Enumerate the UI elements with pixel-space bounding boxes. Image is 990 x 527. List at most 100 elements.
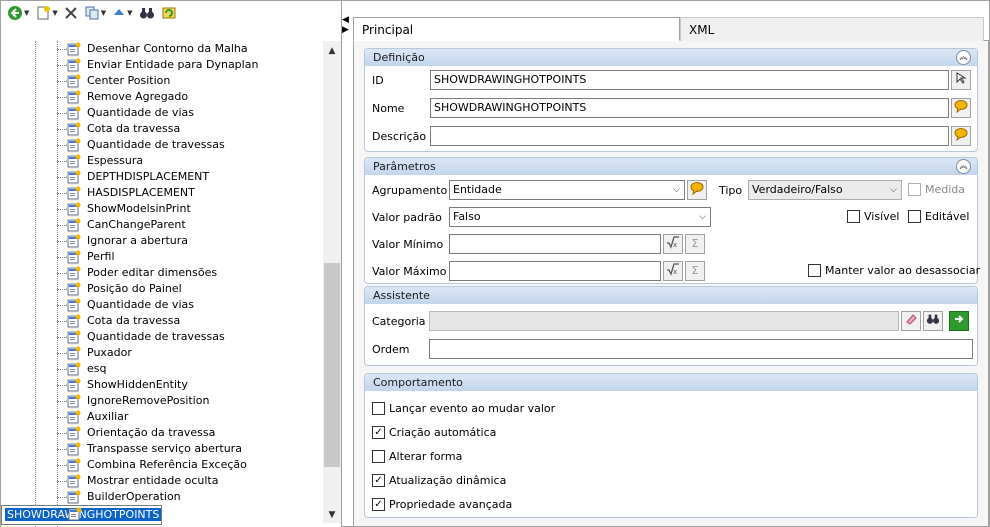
collapse-icon[interactable]: ︽	[956, 50, 971, 65]
categoria-find-button[interactable]	[923, 311, 943, 331]
tree-item[interactable]: ShowHiddenEntity	[1, 377, 323, 393]
tree-item[interactable]: Quantidade de vias	[1, 297, 323, 313]
comportamento-checkbox[interactable]: ✓ Criação automática	[372, 426, 496, 439]
tree-item[interactable]: Quantidade de travessas	[1, 137, 323, 153]
agrupamento-select[interactable]: Entidade ⌵	[449, 180, 685, 200]
editavel-checkbox[interactable]: Editável	[908, 210, 969, 223]
move-dropdown-icon[interactable]: ▼	[127, 9, 132, 17]
tree-connector	[57, 289, 67, 290]
valor-padrao-select[interactable]: Falso ⌵	[449, 207, 711, 227]
new-button[interactable]: ▼	[33, 3, 59, 23]
move-up-button[interactable]: ▼	[110, 3, 134, 23]
back-button[interactable]: ▼	[5, 3, 31, 23]
scroll-down-icon[interactable]: ▼	[323, 507, 341, 523]
tree-item[interactable]: esq	[1, 361, 323, 377]
copy-dropdown-icon[interactable]: ▼	[101, 9, 106, 17]
delete-button[interactable]	[62, 3, 80, 23]
checkmark-icon[interactable]: ✓	[372, 498, 385, 511]
tree-item[interactable]: CanChangeParent	[1, 217, 323, 233]
tree-item[interactable]: Enviar Entidade para Dynaplan	[1, 57, 323, 73]
checkbox-box[interactable]	[847, 210, 860, 223]
tree-item[interactable]: Center Position	[1, 73, 323, 89]
property-icon	[67, 330, 81, 344]
tree-item[interactable]: Quantidade de vias	[1, 105, 323, 121]
tree-item[interactable]: Posição do Painel	[1, 281, 323, 297]
checkbox-box[interactable]	[808, 264, 821, 277]
collapse-icon[interactable]: ︽	[956, 159, 971, 174]
comportamento-checkbox[interactable]: Alterar forma	[372, 450, 462, 463]
categoria-clear-button[interactable]	[901, 311, 921, 331]
comportamento-checkbox[interactable]: Lançar evento ao mudar valor	[372, 402, 555, 415]
categoria-go-button[interactable]	[949, 311, 969, 331]
scroll-thumb[interactable]	[324, 263, 340, 467]
checkmark-icon[interactable]: ✓	[372, 474, 385, 487]
tree-item[interactable]: BuilderOperation	[1, 489, 323, 505]
tree-panel: ▼ ▼ ▼ ▼ Desenhar Contorno da Malha Envia…	[1, 1, 342, 527]
tree-item[interactable]: Perfil	[1, 249, 323, 265]
tree-item[interactable]: Puxador	[1, 345, 323, 361]
tree-item[interactable]: DEPTHDISPLACEMENT	[1, 169, 323, 185]
descricao-translate-button[interactable]	[951, 126, 971, 146]
nome-field[interactable]: SHOWDRAWINGHOTPOINTS	[430, 98, 949, 118]
agrupamento-translate-button[interactable]	[687, 180, 707, 200]
tree-scrollbar[interactable]: ▲ ▼	[323, 41, 341, 523]
tree-item[interactable]: Remove Agregado	[1, 89, 323, 105]
tree-item[interactable]: Desenhar Contorno da Malha	[1, 41, 323, 57]
checkbox-box[interactable]	[372, 402, 385, 415]
tree-item[interactable]: ShowModelsinPrint	[1, 201, 323, 217]
tipo-select[interactable]: Verdadeiro/Falso ⌵	[748, 180, 902, 200]
group-title: Definição	[373, 51, 425, 64]
valor-maximo-formula-button[interactable]: x	[663, 261, 683, 281]
medida-checkbox[interactable]: Medida	[908, 183, 965, 196]
find-button[interactable]	[137, 3, 157, 23]
tree-item[interactable]: Quantidade de travessas	[1, 329, 323, 345]
property-icon	[67, 234, 81, 248]
new-dropdown-icon[interactable]: ▼	[52, 9, 57, 17]
refresh-button[interactable]	[159, 3, 179, 23]
manter-valor-label: Manter valor ao desassociar	[825, 264, 981, 277]
tab-principal[interactable]: Principal	[353, 17, 680, 41]
tree-item[interactable]: Transpasse serviço abertura	[1, 441, 323, 457]
id-field[interactable]: SHOWDRAWINGHOTPOINTS	[430, 70, 949, 90]
checkbox-box[interactable]	[908, 183, 921, 196]
tree-item[interactable]: Ignorar a abertura	[1, 233, 323, 249]
checkbox-box[interactable]	[908, 210, 921, 223]
valor-minimo-sum-button[interactable]: Σ	[685, 234, 705, 254]
comportamento-checkbox[interactable]: ✓ Atualização dinâmica	[372, 474, 506, 487]
checkbox-box[interactable]	[372, 450, 385, 463]
checkmark-icon[interactable]: ✓	[372, 426, 385, 439]
valor-maximo-sum-button[interactable]: Σ	[685, 261, 705, 281]
scroll-up-icon[interactable]: ▲	[323, 43, 341, 59]
valor-maximo-field[interactable]	[449, 261, 661, 281]
valor-minimo-formula-button[interactable]: x	[663, 234, 683, 254]
tree-item[interactable]: Combina Referência Exceção	[1, 457, 323, 473]
tab-xml[interactable]: XML	[680, 17, 984, 41]
tree-item[interactable]: HASDISPLACEMENT	[1, 185, 323, 201]
tree-connector	[57, 193, 67, 194]
ordem-label: Ordem	[372, 343, 410, 356]
back-dropdown-icon[interactable]: ▼	[24, 9, 29, 17]
tipo-label: Tipo	[719, 184, 743, 197]
property-icon	[67, 122, 81, 136]
descricao-field[interactable]	[430, 126, 949, 146]
tree-item[interactable]: Orientação da travessa	[1, 425, 323, 441]
copy-button[interactable]: ▼	[82, 3, 108, 23]
tree-item[interactable]: Mostrar entidade oculta	[1, 473, 323, 489]
manter-valor-checkbox[interactable]: Manter valor ao desassociar	[808, 264, 980, 277]
ordem-field[interactable]	[429, 339, 973, 359]
property-icon	[67, 458, 81, 472]
valor-minimo-field[interactable]	[449, 234, 661, 254]
tree-list[interactable]: Desenhar Contorno da Malha Enviar Entidad…	[1, 41, 323, 527]
tree-item[interactable]: Auxiliar	[1, 409, 323, 425]
tree-item[interactable]: Poder editar dimensões	[1, 265, 323, 281]
comportamento-checkbox[interactable]: ✓ Propriedade avançada	[372, 498, 512, 511]
tree-item[interactable]: Cota da travessa	[1, 313, 323, 329]
tree-item[interactable]: SHOWDRAWINGHOTPOINTS	[1, 505, 163, 525]
tree-item[interactable]: Cota da travessa	[1, 121, 323, 137]
tree-item[interactable]: Espessura	[1, 153, 323, 169]
nome-translate-button[interactable]	[951, 98, 971, 118]
id-picker-button[interactable]	[951, 70, 971, 90]
tree-item[interactable]: IgnoreRemovePosition	[1, 393, 323, 409]
property-icon	[67, 154, 81, 168]
visivel-checkbox[interactable]: Visível	[847, 210, 899, 223]
